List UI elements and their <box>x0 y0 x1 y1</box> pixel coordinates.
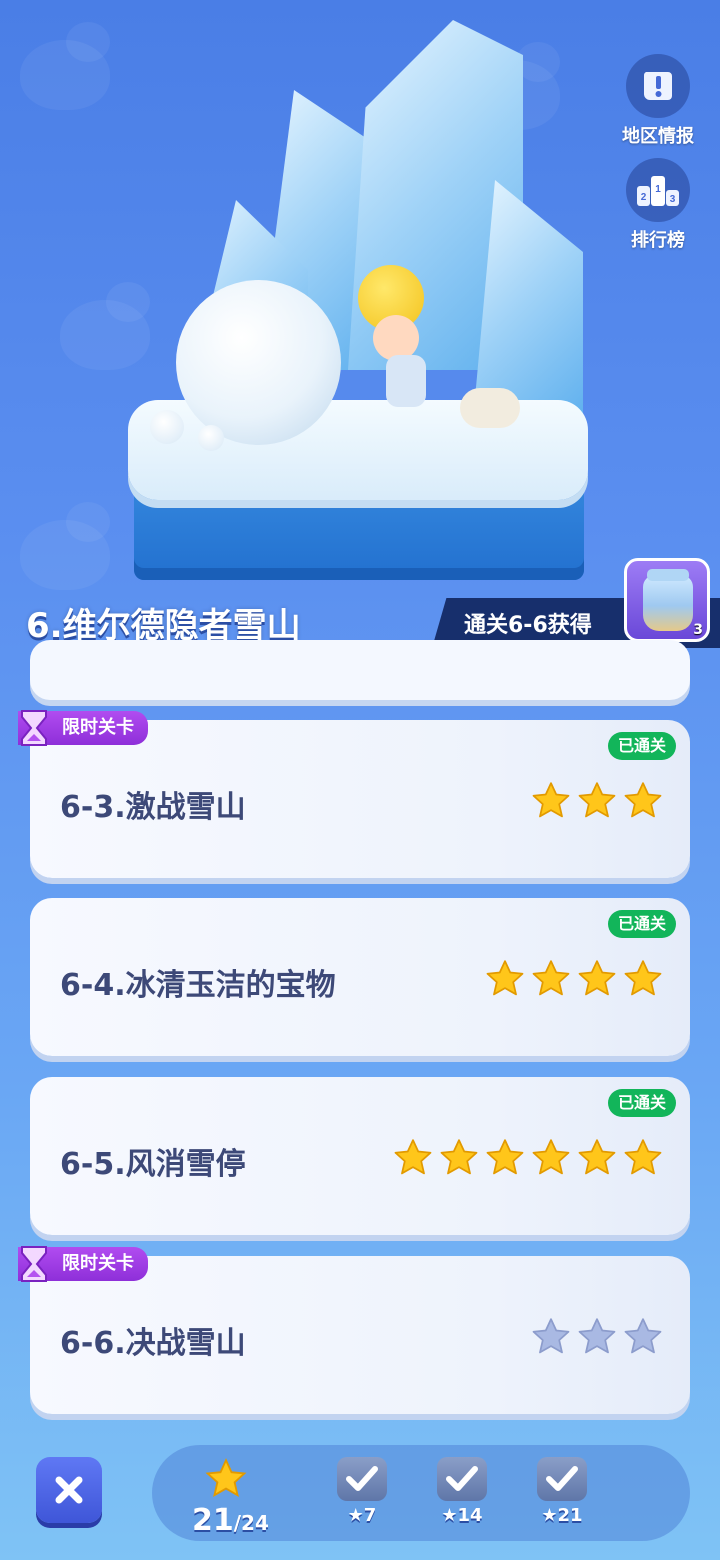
star-rating <box>530 780 664 822</box>
dog-companion <box>460 388 520 428</box>
star-filled-icon <box>624 1139 662 1175</box>
star-empty-icon <box>532 1318 570 1354</box>
level-title: 6-5.风消雪停 <box>60 1147 246 1182</box>
svg-text:3: 3 <box>670 194 676 205</box>
star-filled-icon <box>578 1139 616 1175</box>
milestone-reward-21[interactable]: ★21 <box>532 1457 592 1526</box>
passed-badge: 已通关 <box>607 732 676 760</box>
star-filled-icon <box>486 1139 524 1175</box>
star-empty-icon <box>578 1318 616 1354</box>
level-title: 6-6.决战雪山 <box>60 1326 246 1361</box>
star-filled-icon <box>532 782 570 818</box>
close-icon <box>55 1476 83 1504</box>
star-filled-icon <box>624 960 662 996</box>
passed-badge: 已通关 <box>607 910 676 938</box>
stars-total: /24 <box>233 1511 269 1535</box>
star-filled-icon <box>578 782 616 818</box>
reward-count: 3 <box>693 622 703 638</box>
reward-item[interactable]: 3 <box>624 558 710 642</box>
limited-time-tag: 限时关卡 <box>18 1246 148 1282</box>
star-empty-icon <box>624 1318 662 1354</box>
star-filled-icon <box>532 1139 570 1175</box>
level-title: 6-4.冰清玉洁的宝物 <box>60 968 336 1003</box>
star-filled-icon <box>486 960 524 996</box>
region-info-button[interactable]: 地区情报 <box>618 54 698 148</box>
region-illustration <box>128 20 588 580</box>
checkmark-icon <box>537 1457 587 1501</box>
svg-text:2: 2 <box>641 192 647 203</box>
milestone-label: ★21 <box>541 1505 583 1526</box>
star-filled-icon <box>532 960 570 996</box>
level-card-6-5[interactable]: 6-5.风消雪停 已通关 <box>30 1077 690 1235</box>
region-info-label: 地区情报 <box>622 126 694 147</box>
star-filled-icon <box>624 782 662 818</box>
stars-current: 21 <box>192 1503 234 1538</box>
star-rating <box>392 1137 664 1179</box>
level-title: 6-3.激战雪山 <box>60 790 246 825</box>
star-filled-icon <box>578 960 616 996</box>
star-icon <box>205 1458 247 1497</box>
close-button[interactable] <box>36 1457 102 1523</box>
small-snowball <box>198 425 224 451</box>
jar-lid <box>647 569 689 581</box>
star-filled-icon <box>440 1139 478 1175</box>
scroll-exclamation-icon <box>626 54 690 118</box>
star-filled-icon <box>394 1139 432 1175</box>
milestone-label: ★14 <box>441 1505 483 1526</box>
level-card-partial[interactable] <box>30 640 690 700</box>
snow-jar-icon <box>643 575 693 631</box>
milestone-label: ★7 <box>347 1505 377 1526</box>
giant-snowball <box>176 280 341 445</box>
limited-time-tag: 限时关卡 <box>18 710 148 746</box>
hourglass-icon <box>21 710 47 746</box>
limited-tag-label: 限时关卡 <box>62 1253 134 1274</box>
leaderboard-button[interactable]: 2 1 3 排行榜 <box>618 158 698 252</box>
checkmark-icon <box>437 1457 487 1501</box>
small-snowball <box>150 410 184 444</box>
reward-condition-text: 通关6-6获得 <box>464 613 592 638</box>
star-rating <box>530 1316 664 1358</box>
star-progress-count: 21/24 <box>192 1503 269 1538</box>
background-duck-decoration <box>20 502 110 590</box>
hourglass-icon <box>21 1246 47 1282</box>
star-rating <box>484 958 664 1000</box>
podium-icon: 2 1 3 <box>626 158 690 222</box>
milestone-reward-7[interactable]: ★7 <box>332 1457 392 1526</box>
background-duck-decoration <box>20 22 110 110</box>
character-body <box>386 355 426 407</box>
limited-tag-label: 限时关卡 <box>62 717 134 738</box>
leaderboard-label: 排行榜 <box>631 230 685 251</box>
level-card-6-4[interactable]: 6-4.冰清玉洁的宝物 已通关 <box>30 898 690 1056</box>
checkmark-icon <box>337 1457 387 1501</box>
milestone-reward-14[interactable]: ★14 <box>432 1457 492 1526</box>
star-progress-panel: 21/24 ★7 ★14 ★21 <box>152 1445 690 1541</box>
passed-badge: 已通关 <box>607 1089 676 1117</box>
svg-text:1: 1 <box>655 184 661 195</box>
